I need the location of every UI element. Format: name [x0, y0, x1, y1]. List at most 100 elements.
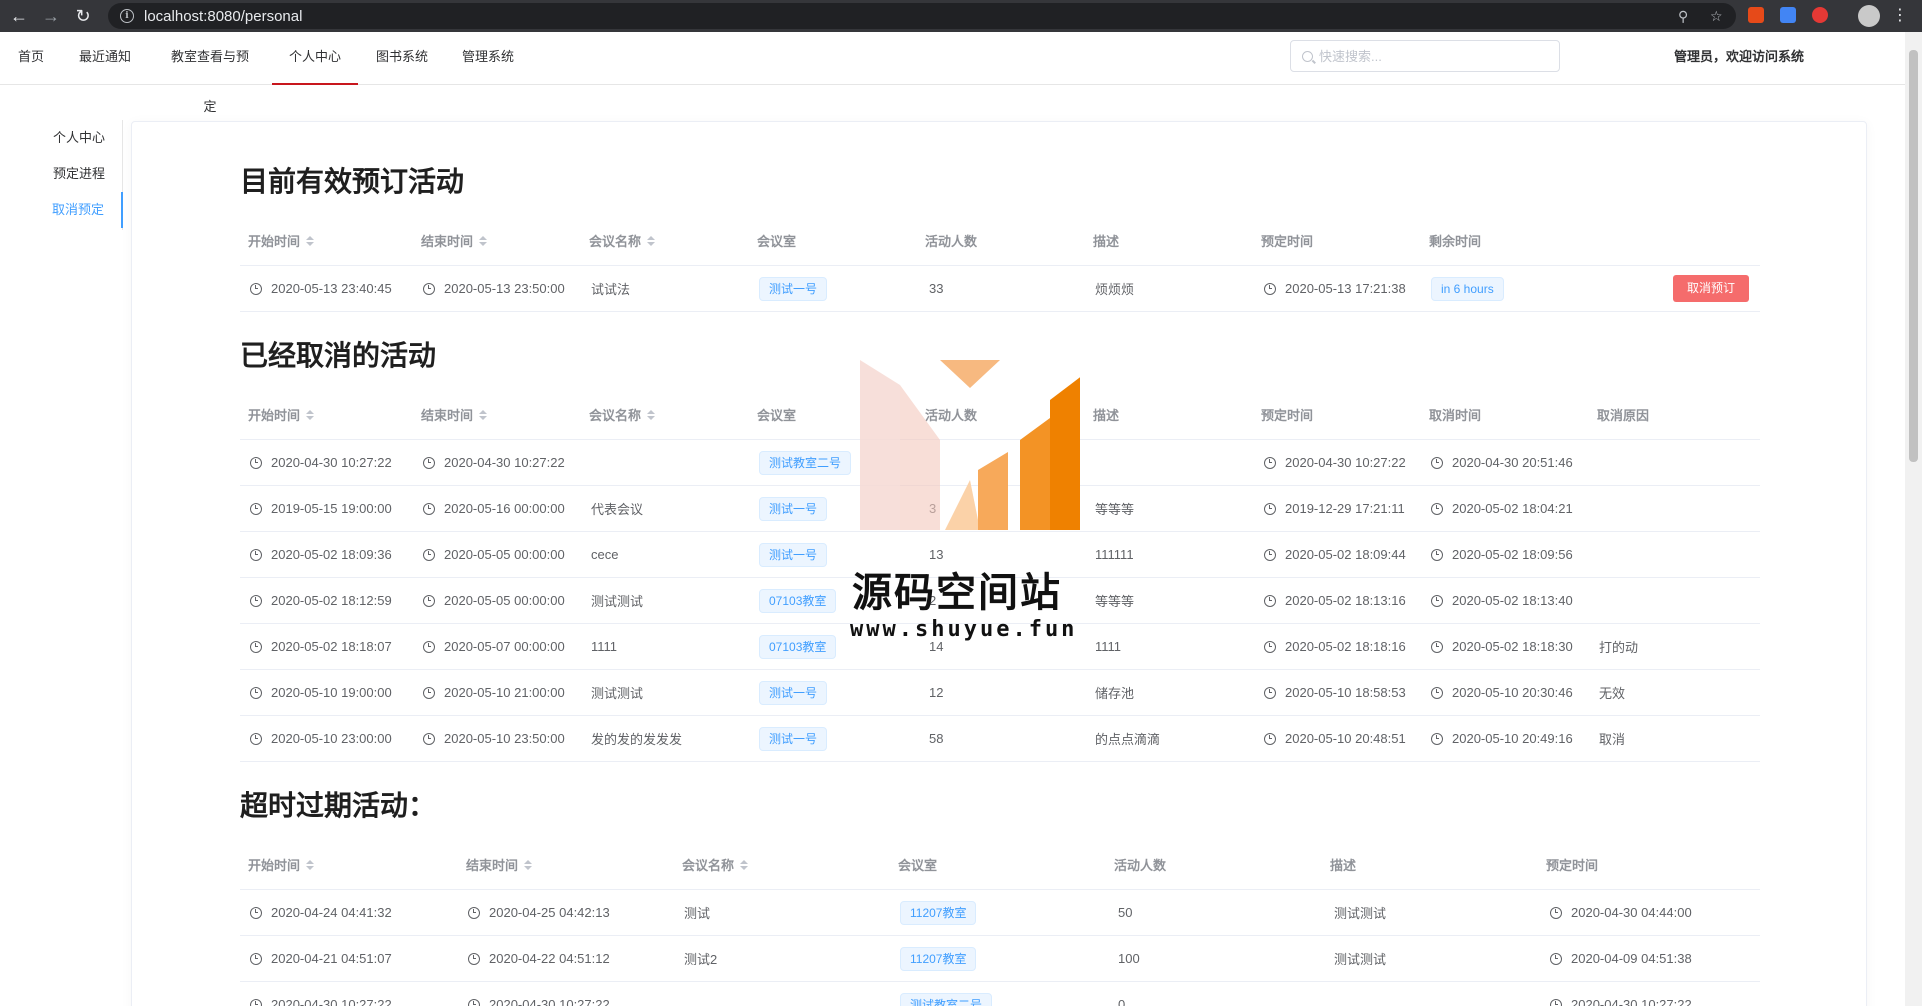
col-end-header[interactable]: 结束时间	[421, 216, 488, 265]
browser-menu-icon[interactable]: ⋮	[1892, 5, 1908, 25]
sort-icon[interactable]	[479, 409, 488, 421]
clock-icon	[250, 548, 262, 561]
sort-icon[interactable]	[524, 859, 533, 871]
side-menu: 个人中心 预定进程 取消预定	[40, 120, 123, 230]
table-header: 开始时间 结束时间 会议名称 会议室 活动人数 描述 预定时间	[240, 840, 1760, 890]
nav-home[interactable]: 首页	[18, 32, 44, 85]
col-room-header: 会议室	[757, 234, 797, 249]
sort-icon[interactable]	[479, 235, 488, 247]
cancel-booking-button[interactable]: 取消预订	[1673, 275, 1750, 302]
forward-icon[interactable]: →	[38, 3, 64, 29]
room-tag: 测试一号	[759, 276, 828, 301]
room-tag: 测试教室二号	[900, 992, 993, 1006]
nav-library[interactable]: 图书系统	[376, 32, 428, 85]
clock-icon	[1431, 456, 1443, 469]
clock-icon	[1431, 594, 1443, 607]
table-header: 开始时间 结束时间 会议名称 会议室 活动人数 描述 预定时间 剩余时间	[240, 216, 1760, 266]
side-item-personal-center[interactable]: 个人中心	[53, 120, 122, 156]
col-cancelled-header: 取消时间	[1429, 408, 1482, 423]
col-count-header: 活动人数	[1114, 858, 1167, 873]
col-end-header[interactable]: 结束时间	[466, 840, 533, 889]
adblock-extension-icon[interactable]	[1812, 7, 1828, 23]
room-tag: 11207教室	[900, 900, 977, 925]
clock-icon	[1264, 732, 1276, 745]
search-input[interactable]	[1319, 48, 1549, 64]
clock-icon	[1431, 732, 1443, 745]
clock-icon	[250, 952, 262, 965]
quick-search[interactable]	[1290, 40, 1560, 72]
clock-icon	[1264, 686, 1276, 699]
clock-icon	[1550, 998, 1562, 1006]
expired-bookings-title: 超时过期活动：	[240, 789, 437, 822]
nav-personal-center[interactable]: 个人中心	[272, 32, 358, 85]
clock-icon	[1264, 282, 1276, 295]
watermark-text: 源码空间站	[852, 570, 1062, 616]
site-info-icon[interactable]: i	[120, 9, 134, 23]
side-item-cancel-booking[interactable]: 取消预定	[52, 192, 123, 228]
col-remaining-header: 剩余时间	[1429, 234, 1482, 249]
address-bar[interactable]: i localhost:8080/personal ⚲ ☆	[108, 3, 1736, 29]
col-room-header: 会议室	[757, 408, 797, 423]
col-desc-header: 描述	[1330, 858, 1357, 873]
bookmark-star-icon[interactable]: ☆	[1710, 8, 1723, 25]
clock-icon	[1550, 952, 1562, 965]
col-name-header[interactable]: 会议名称	[682, 840, 749, 889]
clock-icon	[423, 502, 435, 515]
remaining-time-tag: in 6 hours	[1431, 276, 1504, 301]
col-name-header[interactable]: 会议名称	[589, 216, 656, 265]
nav-classroom-booking[interactable]: 教室查看与预定	[165, 32, 255, 114]
col-end-header[interactable]: 结束时间	[421, 390, 488, 439]
clock-icon	[250, 998, 262, 1006]
col-start-header[interactable]: 开始时间	[248, 390, 315, 439]
col-booked-header: 预定时间	[1261, 408, 1314, 423]
clock-icon	[1431, 640, 1443, 653]
sort-icon[interactable]	[306, 409, 315, 421]
sort-icon[interactable]	[306, 859, 315, 871]
page-scrollbar[interactable]	[1905, 32, 1922, 1006]
clock-icon	[250, 282, 262, 295]
reload-icon[interactable]: ↻	[70, 3, 96, 29]
sort-icon[interactable]	[740, 859, 749, 871]
col-start-header[interactable]: 开始时间	[248, 216, 315, 265]
zoom-icon[interactable]: ⚲	[1678, 8, 1688, 25]
clock-icon	[1431, 502, 1443, 515]
table-row: 2020-05-10 19:00:00 2020-05-10 21:00:00 测试…	[240, 670, 1760, 716]
expired-bookings-table: 开始时间 结束时间 会议名称 会议室 活动人数 描述 预定时间 2020-04-…	[240, 840, 1760, 1006]
nav-notices[interactable]: 最近通知	[79, 32, 131, 85]
clock-icon	[468, 998, 480, 1006]
clock-icon	[423, 640, 435, 653]
table-row: 2020-05-10 23:00:00 2020-05-10 23:50:00 发的…	[240, 716, 1760, 762]
top-navigation: 首页 最近通知 教室查看与预定 个人中心 图书系统 管理系统 管理员，欢迎访问系…	[0, 32, 1905, 114]
watermark-logo: 源码空间站 www.shuyue.fun	[850, 360, 1083, 650]
table-row: 2020-05-13 23:40:45 2020-05-13 23:50:00 …	[240, 266, 1760, 312]
profile-avatar[interactable]	[1858, 5, 1880, 27]
nav-admin[interactable]: 管理系统	[462, 32, 514, 85]
col-count-header: 活动人数	[925, 234, 978, 249]
translate-extension-icon[interactable]	[1780, 7, 1796, 23]
back-icon[interactable]: ←	[6, 3, 32, 29]
clock-icon	[250, 502, 262, 515]
clock-icon	[1264, 456, 1276, 469]
col-room-header: 会议室	[898, 858, 938, 873]
scrollbar-thumb[interactable]	[1909, 50, 1918, 462]
clock-icon	[423, 456, 435, 469]
table-row: 2020-04-24 04:41:32 2020-04-25 04:42:13 测试…	[240, 890, 1760, 936]
side-item-booking-progress[interactable]: 预定进程	[53, 156, 122, 192]
sort-icon[interactable]	[647, 409, 656, 421]
room-tag: 测试一号	[759, 542, 828, 567]
sort-icon[interactable]	[647, 235, 656, 247]
room-tag: 11207教室	[900, 946, 977, 971]
clock-icon	[468, 906, 480, 919]
search-icon	[1302, 50, 1313, 62]
office-extension-icon[interactable]	[1748, 7, 1764, 23]
clock-icon	[250, 456, 262, 469]
clock-icon	[1264, 548, 1276, 561]
col-booked-header: 预定时间	[1261, 234, 1314, 249]
active-bookings-title: 目前有效预订活动	[240, 165, 465, 198]
sort-icon[interactable]	[306, 235, 315, 247]
address-url[interactable]: localhost:8080/personal	[144, 8, 302, 25]
col-name-header[interactable]: 会议名称	[589, 390, 656, 439]
room-tag: 07103教室	[759, 634, 837, 659]
clock-icon	[423, 732, 435, 745]
col-start-header[interactable]: 开始时间	[248, 840, 315, 889]
